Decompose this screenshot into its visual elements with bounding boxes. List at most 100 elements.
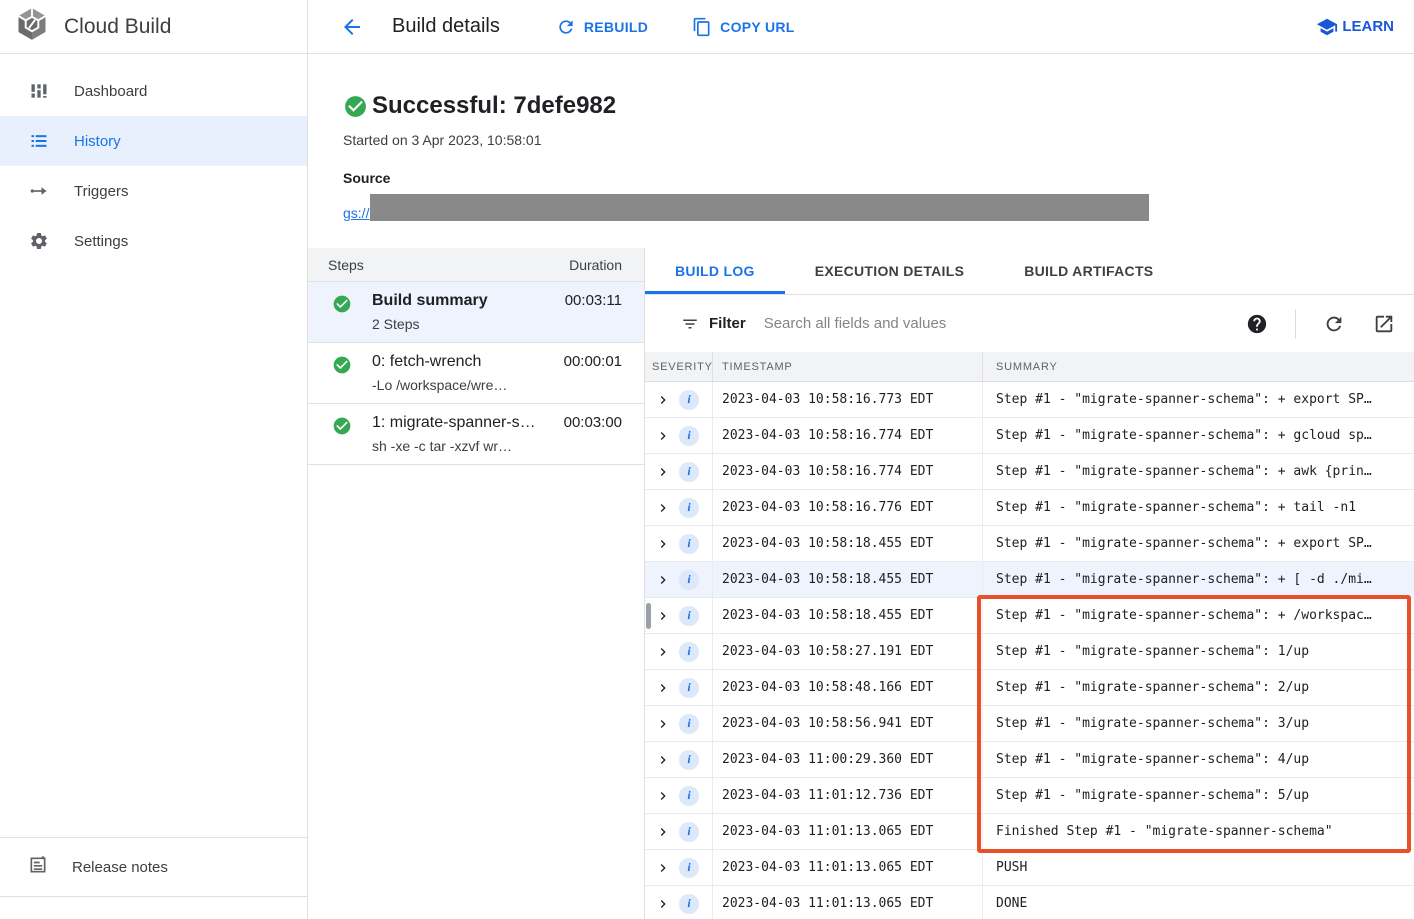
log-row[interactable]: i 2023-04-03 11:00:29.360 EDT Step #1 - …	[645, 742, 1414, 778]
sidebar-item-dashboard[interactable]: Dashboard	[0, 66, 307, 116]
chevron-right-icon[interactable]	[655, 896, 671, 912]
log-table: SEVERITY TIMESTAMP SUMMARY i 2023-04-03 …	[645, 352, 1414, 919]
release-notes-item[interactable]: Release notes	[0, 837, 307, 897]
log-row[interactable]: i 2023-04-03 10:58:18.455 EDT Step #1 - …	[645, 526, 1414, 562]
log-row[interactable]: i 2023-04-03 10:58:16.773 EDT Step #1 - …	[645, 382, 1414, 418]
sidebar: Dashboard History Triggers	[0, 54, 308, 919]
learn-label: LEARN	[1342, 18, 1394, 35]
log-timestamp: 2023-04-03 10:58:18.455 EDT	[722, 608, 933, 623]
filter-label: Filter	[681, 315, 746, 333]
log-summary: Step #1 - "migrate-spanner-schema": + aw…	[996, 464, 1372, 479]
timestamp-column-header: TIMESTAMP	[713, 352, 983, 381]
filter-icon	[681, 315, 699, 333]
chevron-right-icon[interactable]	[655, 644, 671, 660]
log-row[interactable]: i 2023-04-03 10:58:16.774 EDT Step #1 - …	[645, 454, 1414, 490]
tab-bar: BUILD LOG EXECUTION DETAILS BUILD ARTIFA…	[645, 248, 1414, 295]
severity-column-header: SEVERITY	[645, 352, 713, 381]
help-icon[interactable]	[1245, 312, 1269, 336]
sidebar-item-label: History	[74, 133, 121, 150]
step-row-migrate-spanner[interactable]: 1: migrate-spanner-s… sh -xe -c tar -xzv…	[308, 404, 644, 465]
log-row[interactable]: i 2023-04-03 10:58:18.455 EDT Step #1 - …	[645, 562, 1414, 598]
log-row[interactable]: i 2023-04-03 11:01:13.065 EDT PUSH	[645, 850, 1414, 886]
info-severity-icon: i	[679, 714, 699, 734]
log-summary: Step #1 - "migrate-spanner-schema": + ex…	[996, 392, 1372, 407]
steps-panel-header: Steps Duration	[308, 248, 644, 282]
log-summary: Step #1 - "migrate-spanner-schema": + ta…	[996, 500, 1356, 515]
source-link[interactable]: gs://	[343, 205, 369, 221]
sidebar-item-history[interactable]: History	[0, 116, 307, 166]
info-severity-icon: i	[679, 534, 699, 554]
log-summary: Step #1 - "migrate-spanner-schema": + gc…	[996, 428, 1372, 443]
tab-execution-details[interactable]: EXECUTION DETAILS	[785, 248, 995, 294]
copy-url-button[interactable]: COPY URL	[692, 17, 795, 37]
log-row[interactable]: i 2023-04-03 11:01:13.065 EDT Finished S…	[645, 814, 1414, 850]
chevron-right-icon[interactable]	[655, 572, 671, 588]
build-start-time: Started on 3 Apr 2023, 10:58:01	[343, 132, 1414, 148]
open-in-new-icon[interactable]	[1372, 312, 1396, 336]
step-success-icon	[332, 416, 352, 436]
sidebar-item-triggers[interactable]: Triggers	[0, 166, 307, 216]
chevron-right-icon[interactable]	[655, 428, 671, 444]
gear-icon	[28, 230, 50, 252]
step-subtitle: -Lo /workspace/wre…	[372, 377, 507, 393]
step-row-build-summary[interactable]: Build summary 2 Steps 00:03:11	[308, 282, 644, 343]
chevron-right-icon[interactable]	[655, 680, 671, 696]
app-title: Cloud Build	[64, 15, 171, 39]
info-severity-icon: i	[679, 498, 699, 518]
search-input[interactable]	[764, 315, 1245, 332]
chevron-right-icon[interactable]	[655, 536, 671, 552]
log-summary: Step #1 - "migrate-spanner-schema": 2/up	[996, 680, 1309, 695]
log-row[interactable]: i 2023-04-03 10:58:16.774 EDT Step #1 - …	[645, 418, 1414, 454]
chevron-right-icon[interactable]	[655, 752, 671, 768]
build-summary-header: Successful: 7defe982 Started on 3 Apr 20…	[308, 54, 1414, 248]
source-label: Source	[343, 170, 1414, 186]
sidebar-item-label: Triggers	[74, 183, 128, 200]
log-panel: BUILD LOG EXECUTION DETAILS BUILD ARTIFA…	[645, 248, 1414, 919]
dashboard-icon	[28, 80, 50, 102]
chevron-right-icon[interactable]	[655, 392, 671, 408]
step-subtitle: sh -xe -c tar -xzvf wr…	[372, 438, 536, 454]
log-row[interactable]: i 2023-04-03 10:58:27.191 EDT Step #1 - …	[645, 634, 1414, 670]
log-summary: Step #1 - "migrate-spanner-schema": 4/up	[996, 752, 1309, 767]
chevron-right-icon[interactable]	[655, 500, 671, 516]
copy-url-label: COPY URL	[720, 19, 795, 35]
chevron-right-icon[interactable]	[655, 824, 671, 840]
back-arrow-icon[interactable]	[338, 13, 366, 41]
log-row[interactable]: i 2023-04-03 10:58:56.941 EDT Step #1 - …	[645, 706, 1414, 742]
cloud-build-logo-icon	[14, 6, 50, 47]
chevron-right-icon[interactable]	[655, 788, 671, 804]
log-row[interactable]: i 2023-04-03 10:58:18.455 EDT Step #1 - …	[645, 598, 1414, 634]
log-row[interactable]: i 2023-04-03 11:01:13.065 EDT DONE	[645, 886, 1414, 919]
sidebar-item-settings[interactable]: Settings	[0, 216, 307, 266]
sidebar-item-label: Dashboard	[74, 83, 147, 100]
row-position-marker	[646, 603, 651, 629]
log-row[interactable]: i 2023-04-03 10:58:48.166 EDT Step #1 - …	[645, 670, 1414, 706]
tab-build-artifacts[interactable]: BUILD ARTIFACTS	[994, 248, 1183, 294]
steps-column-header: Steps	[328, 257, 364, 273]
info-severity-icon: i	[679, 570, 699, 590]
log-summary: Step #1 - "migrate-spanner-schema": 1/up	[996, 644, 1309, 659]
learn-button[interactable]: LEARN	[1316, 16, 1394, 38]
rebuild-button[interactable]: REBUILD	[556, 17, 648, 37]
divider	[1295, 309, 1296, 339]
release-notes-label: Release notes	[72, 859, 168, 876]
chevron-right-icon[interactable]	[655, 716, 671, 732]
log-row[interactable]: i 2023-04-03 10:58:16.776 EDT Step #1 - …	[645, 490, 1414, 526]
log-timestamp: 2023-04-03 10:58:16.776 EDT	[722, 500, 933, 515]
history-list-icon	[28, 130, 50, 152]
chevron-right-icon[interactable]	[655, 464, 671, 480]
summary-column-header: SUMMARY	[983, 352, 1414, 381]
redacted-source-path	[370, 194, 1149, 221]
log-row[interactable]: i 2023-04-03 11:01:12.736 EDT Step #1 - …	[645, 778, 1414, 814]
log-summary: Step #1 - "migrate-spanner-schema": + [ …	[996, 572, 1372, 587]
step-row-fetch-wrench[interactable]: 0: fetch-wrench -Lo /workspace/wre… 00:0…	[308, 343, 644, 404]
chevron-right-icon[interactable]	[655, 860, 671, 876]
log-timestamp: 2023-04-03 10:58:48.166 EDT	[722, 680, 933, 695]
info-severity-icon: i	[679, 822, 699, 842]
tab-build-log[interactable]: BUILD LOG	[645, 248, 785, 294]
chevron-right-icon[interactable]	[655, 608, 671, 624]
step-success-icon	[332, 355, 352, 375]
refresh-logs-icon[interactable]	[1322, 312, 1346, 336]
log-summary: DONE	[996, 896, 1027, 911]
log-summary: Step #1 - "migrate-spanner-schema": 3/up	[996, 716, 1309, 731]
